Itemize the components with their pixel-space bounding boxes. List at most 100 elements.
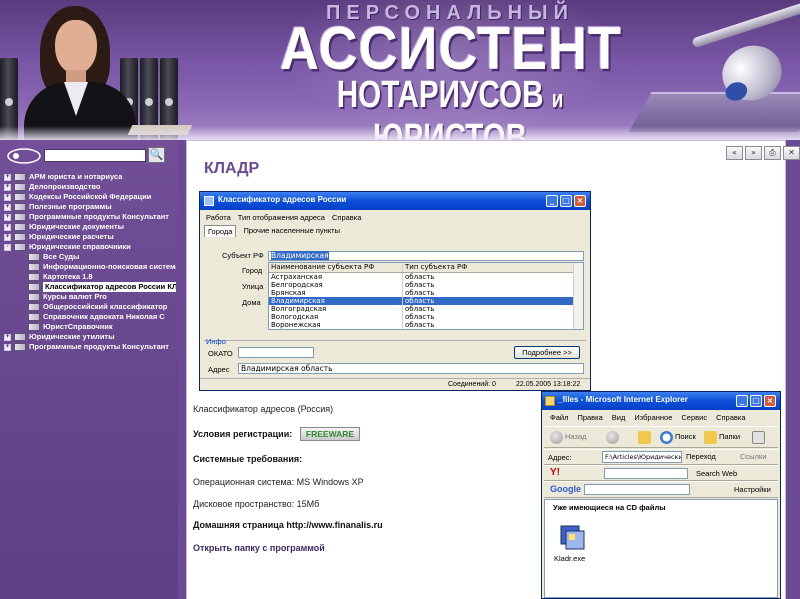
sidebar-item[interactable]: + Юридические расчеты <box>4 232 176 242</box>
sidebar-item[interactable]: Картотека 1.8 <box>4 272 176 282</box>
close-button[interactable]: ✕ <box>783 146 800 160</box>
folder-icon <box>545 396 555 406</box>
folders-button[interactable]: Папки <box>704 430 740 444</box>
open-folder-link[interactable]: Открыть папку с программой <box>193 543 325 553</box>
maximize-icon[interactable]: □ <box>750 395 762 407</box>
col-name[interactable]: Наименование субъекта РФ <box>269 263 403 272</box>
exe-file-icon[interactable] <box>557 522 587 552</box>
homepage-link[interactable]: Домашняя страница http://www.finanalis.r… <box>193 520 383 530</box>
menu-help[interactable]: Справка <box>716 413 745 422</box>
minimize-icon[interactable]: _ <box>546 195 558 207</box>
menu-file[interactable]: Файл <box>550 413 568 422</box>
sidebar-item[interactable]: Курсы валют Pro <box>4 292 176 302</box>
up-button[interactable] <box>638 430 653 444</box>
expand-icon[interactable]: + <box>4 204 11 211</box>
sidebar-item[interactable]: Справочник адвоката Николая С <box>4 312 176 322</box>
sidebar-item[interactable]: + Делопроизводство <box>4 182 176 192</box>
list-header: Наименование субъекта РФ Тип субъекта РФ <box>269 263 583 273</box>
subject-input[interactable]: Владимирская <box>268 251 584 261</box>
tab-other-settlements[interactable]: Прочие населенные пункты <box>240 225 343 237</box>
links-label[interactable]: Ссылки <box>740 452 766 461</box>
minimize-icon[interactable]: _ <box>736 395 748 407</box>
expand-icon[interactable]: + <box>4 194 11 201</box>
sidebar-item[interactable]: + Юридические документы <box>4 222 176 232</box>
maximize-icon[interactable]: □ <box>560 195 572 207</box>
subject-type-cell: область <box>405 321 435 329</box>
yahoo-search-input[interactable] <box>604 468 688 479</box>
sidebar-item[interactable]: + АРМ юриста и нотариуса <box>4 172 176 182</box>
menu-work[interactable]: Работа <box>206 213 231 222</box>
menu-view[interactable]: Вид <box>612 413 626 422</box>
yahoo-search-button[interactable]: Search Web <box>696 469 737 478</box>
sidebar-item[interactable]: Все Суды <box>4 252 176 262</box>
menu-help[interactable]: Справка <box>332 213 361 222</box>
address-input[interactable]: F:\Articles\Юридические сп <box>602 451 682 463</box>
col-type[interactable]: Тип субъекта РФ <box>403 263 571 272</box>
google-search-input[interactable] <box>584 484 690 495</box>
book-icon <box>14 233 26 241</box>
sidebar-item[interactable]: + Полезные программы <box>4 202 176 212</box>
exe-file-label[interactable]: Kladr.exe <box>554 554 585 563</box>
label-street: Улица <box>242 282 264 291</box>
sidebar-item-label: Программные продукты Консультант <box>29 342 169 351</box>
back-button[interactable]: Назад <box>550 430 587 444</box>
list-item[interactable]: Волгоградская область <box>269 305 583 313</box>
sidebar-item[interactable]: - Юридические справочники <box>4 242 176 252</box>
go-button[interactable]: Переход <box>686 452 716 461</box>
google-settings-button[interactable]: Настройки <box>734 485 771 494</box>
list-scrollbar[interactable] <box>573 263 583 329</box>
sidebar-item-label: Полезные программы <box>29 202 112 211</box>
sidebar-item[interactable]: ЮристСправочник <box>4 322 176 332</box>
prev-page-button[interactable]: « <box>726 146 743 160</box>
sidebar-item[interactable]: + Юридические утилиты <box>4 332 176 342</box>
subject-list[interactable]: Наименование субъекта РФ Тип субъекта РФ… <box>268 262 584 330</box>
collapse-icon[interactable]: - <box>4 244 11 251</box>
menu-favorites[interactable]: Избранное <box>634 413 672 422</box>
expand-icon[interactable]: + <box>4 174 11 181</box>
okato-field[interactable] <box>238 347 314 358</box>
next-page-button[interactable]: » <box>745 146 762 160</box>
expand-icon[interactable]: + <box>4 234 11 241</box>
sidebar-item[interactable]: Общероссийский классификатор <box>4 302 176 312</box>
close-icon[interactable]: × <box>574 195 586 207</box>
label-city: Город <box>242 266 263 275</box>
sidebar-item-label: Общероссийский классификатор <box>43 302 168 311</box>
sidebar-item-label: Классификатор адресов России КЛАДР <box>43 282 176 292</box>
sidebar-item[interactable]: + Программные продукты Консультант <box>4 342 176 352</box>
sidebar-item[interactable]: + Программные продукты Консультант <box>4 212 176 222</box>
menu-display-type[interactable]: Тип отображения адреса <box>238 213 325 222</box>
views-button[interactable] <box>752 430 767 444</box>
expand-icon[interactable]: + <box>4 184 11 191</box>
expand-icon[interactable]: + <box>4 214 11 221</box>
folder-up-icon <box>638 430 651 444</box>
menu-edit[interactable]: Правка <box>577 413 602 422</box>
more-button[interactable]: Подробнее >> <box>514 346 580 359</box>
menu-tools[interactable]: Сервис <box>681 413 707 422</box>
expand-icon[interactable]: + <box>4 344 11 351</box>
sidebar-item[interactable]: + Кодексы Российской Федерации <box>4 192 176 202</box>
sidebar-item[interactable]: Классификатор адресов России КЛАДР <box>4 282 176 292</box>
list-item[interactable]: Белгородская область <box>269 281 583 289</box>
expand-icon[interactable]: + <box>4 224 11 231</box>
forward-button[interactable] <box>606 430 621 444</box>
os-requirement: Операционная система: MS Windows XP <box>193 477 364 487</box>
print-button[interactable]: ⎙ <box>764 146 781 160</box>
sidebar-item[interactable]: Информационно-поисковая система <box>4 262 176 272</box>
close-icon[interactable]: × <box>764 395 776 407</box>
search-button[interactable]: Поиск <box>660 430 696 444</box>
tab-cities[interactable]: Города <box>204 225 237 237</box>
list-item[interactable]: Астраханская область <box>269 273 583 281</box>
forward-arrow-icon <box>606 430 619 444</box>
label-okato: ОКАТО <box>208 349 233 358</box>
list-item[interactable]: Владимирская область <box>269 297 583 305</box>
list-item[interactable]: Брянская область <box>269 289 583 297</box>
book-icon <box>14 343 26 351</box>
expand-icon[interactable]: + <box>4 334 11 341</box>
list-item[interactable]: Вологодская область <box>269 313 583 321</box>
address-field[interactable]: Владимирская область <box>238 363 584 374</box>
list-item[interactable]: Воронежская область <box>269 321 583 329</box>
subject-value: Владимирская <box>271 251 329 260</box>
search-icon[interactable]: 🔍 <box>148 147 165 163</box>
search-input[interactable] <box>44 149 146 162</box>
sidebar-item-label: Картотека 1.8 <box>43 272 93 281</box>
